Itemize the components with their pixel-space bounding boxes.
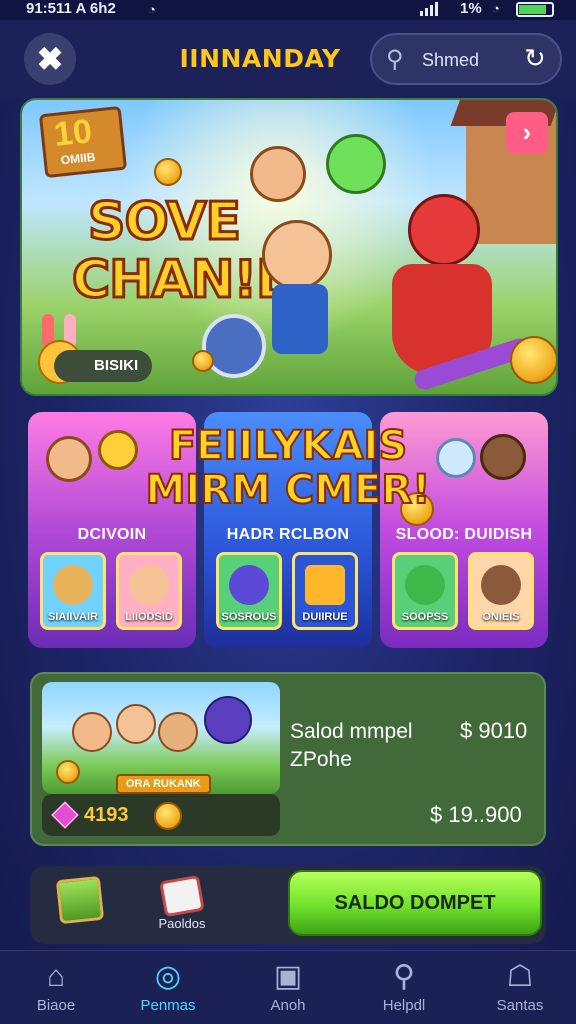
promo-tile-label: SIAIIVAIR: [48, 611, 98, 623]
promo-headline: FEIILYKAIS MIRM CMER!: [28, 423, 548, 513]
package-image-label: ORA RUKANK: [116, 774, 211, 794]
banner-number-sign: 10 OMIIB: [38, 105, 128, 179]
promo-panel-title: HADR RCLBON: [226, 526, 350, 543]
package-total-price: $ 19..900: [430, 802, 522, 827]
package-name: Salod mmpel ZPohe: [290, 718, 413, 774]
coin-icon: [154, 158, 182, 186]
battery-icon: [516, 2, 554, 17]
promo-tile-label: SOSROUS: [221, 611, 277, 623]
signal-icon: [420, 2, 438, 16]
nav-item-label: Biaoe: [36, 997, 76, 1014]
nav-item-label: Helpdl: [382, 997, 426, 1014]
promo-tile[interactable]: SIAIIVAIR: [40, 552, 106, 630]
promo-panel-title: SLOOD: DUIDISH: [395, 526, 533, 543]
search-icon: ⚲: [393, 960, 415, 993]
promo-tile-label: SOOPSS: [401, 611, 449, 623]
gift-box-icon: [53, 565, 93, 605]
nav-item-penmas[interactable]: ◎ Penmas: [120, 959, 216, 1014]
wifi-icon: ◔: [148, 2, 156, 17]
action-item-label: Paoldos: [158, 916, 206, 931]
gem-icon: [51, 801, 79, 829]
gem-value: 4193: [84, 804, 129, 826]
nav-item-anoh[interactable]: ▣ Anoh: [240, 959, 336, 1014]
nav-item-label: Anoh: [270, 997, 306, 1014]
home-icon: ⌂: [46, 960, 66, 993]
gift-box-icon: [159, 874, 205, 918]
promo-tile[interactable]: SOSROUS: [216, 552, 282, 630]
back-button[interactable]: ✖: [24, 33, 76, 85]
nav-item-label: Santas: [496, 997, 544, 1014]
character-avatar-icon: [129, 565, 169, 605]
promo-tile[interactable]: DUIIRUE: [292, 552, 358, 630]
compass-icon: ◎: [154, 960, 182, 993]
shield-badge-icon: [55, 875, 105, 925]
promo-headline-2: MIRM CMER!: [145, 467, 432, 513]
promo-tile[interactable]: SOOPSS: [392, 552, 458, 630]
hero-banner[interactable]: 10 OMIIB › SOVE CHAN!D BISIKI: [20, 98, 558, 396]
character-avatar-icon: [229, 565, 269, 605]
nav-item-santas[interactable]: ☖ Santas: [472, 959, 568, 1014]
search-icon: ⚲: [386, 46, 404, 73]
page-title: IINNANDAY: [179, 44, 341, 73]
search-input[interactable]: ⚲ Shmed ↻: [370, 33, 562, 85]
banner-headline-1: SOVE: [86, 191, 242, 254]
status-bar: 91:511 A 6h2 ◔ 1% ◔: [0, 0, 576, 20]
package-price: $ 9010: [460, 718, 528, 743]
app-header: ✖ IINNANDAY ⚲ Shmed ↻: [0, 20, 576, 98]
camera-icon: ▣: [273, 960, 303, 993]
nav-item-home[interactable]: ⌂ Biaoe: [8, 959, 104, 1014]
number-four-icon: [305, 565, 345, 605]
action-item-products[interactable]: Paoldos: [138, 872, 226, 938]
package-card[interactable]: ORA RUKANK 4193 Salod mmpel ZPohe $ 9010…: [30, 672, 546, 846]
gem-counter: 4193: [42, 794, 280, 836]
banner-tag: BISIKI: [54, 350, 153, 382]
nav-item-helpdl[interactable]: ⚲ Helpdl: [356, 959, 452, 1014]
back-icon: ✖: [36, 41, 64, 77]
battery-level: [519, 5, 547, 14]
promo-tile[interactable]: LIIODSID: [116, 552, 182, 630]
wifi-icon: ◔: [492, 1, 500, 16]
bottom-nav: ⌂ Biaoe ◎ Penmas ▣ Anoh ⚲ Helpdl ☖ Santa…: [0, 950, 576, 1024]
promo-panel-title: DCIVOIN: [77, 526, 147, 543]
promo-tile-label: LIIODSID: [125, 611, 173, 623]
coin-icon: [56, 760, 80, 784]
banner-characters: [202, 124, 533, 393]
saldo-dompet-button[interactable]: SALDO DOMPET: [288, 870, 542, 936]
banner-number: 10: [52, 112, 94, 154]
promo-tile[interactable]: ONIEIS: [468, 552, 534, 630]
bear-character-icon: [481, 565, 521, 605]
package-name-line2: ZPohe: [290, 748, 352, 771]
package-image: ORA RUKANK: [42, 682, 280, 794]
status-time: 91:511 A 6h2: [26, 0, 116, 17]
shop-icon: ☖: [506, 960, 534, 993]
package-name-line1: Salod mmpel: [290, 720, 413, 743]
refresh-icon[interactable]: ↻: [524, 43, 546, 74]
banner-number-sub: OMIIB: [60, 149, 97, 168]
coin-icon: [510, 336, 556, 384]
action-item-services[interactable]: SOIIIS: [36, 872, 124, 938]
nav-item-label: Penmas: [140, 997, 196, 1014]
coin-icon: [154, 802, 182, 830]
promo-tile-label: DUIIRUE: [302, 611, 348, 623]
action-bar: SOIIIS Paoldos SALDO DOMPET: [30, 866, 546, 944]
promo-section: DCIVOIN SIAIIVAIR LIIODSID HADR RCLBON S…: [28, 412, 548, 648]
promo-headline-1: FEIILYKAIS: [168, 423, 408, 469]
chevron-right-icon: ›: [522, 117, 532, 147]
slime-character-icon: [405, 565, 445, 605]
banner-next-button[interactable]: ›: [506, 112, 548, 154]
coin-icon: [192, 350, 214, 372]
search-placeholder: Shmed: [422, 50, 480, 70]
battery-percent: 1%: [460, 0, 482, 17]
promo-tile-label: ONIEIS: [482, 611, 520, 623]
